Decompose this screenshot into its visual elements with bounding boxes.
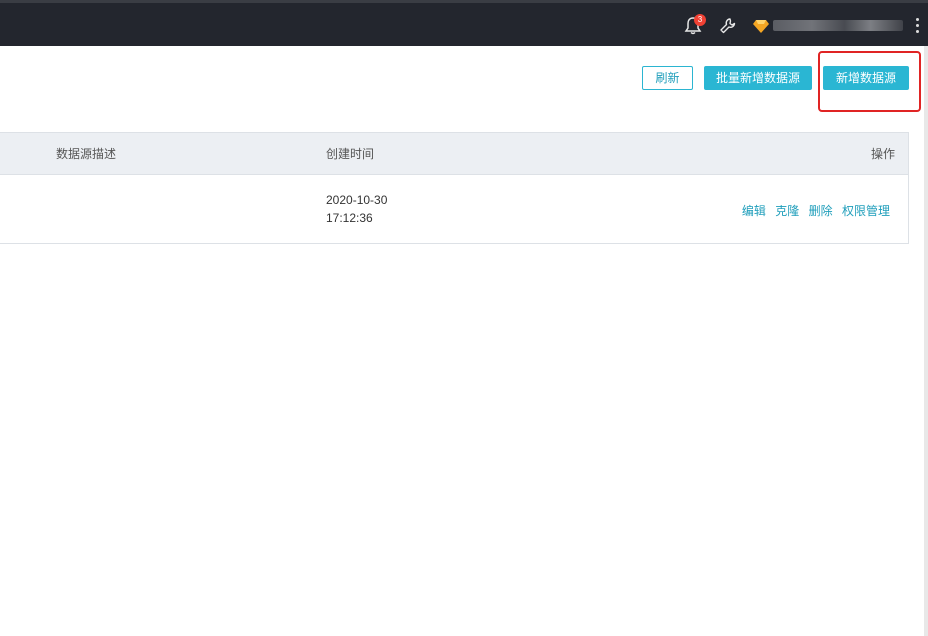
diamond-icon (753, 20, 769, 33)
top-navigation-bar: 3 (0, 0, 928, 46)
cell-created-date: 2020-10-30 (326, 193, 388, 207)
column-header-created-time: 创建时间 (326, 147, 375, 161)
column-header-description: 数据源描述 (56, 147, 117, 161)
clone-link[interactable]: 克隆 (775, 204, 799, 218)
page-scrollbar[interactable] (924, 46, 928, 636)
edit-link[interactable]: 编辑 (742, 204, 766, 218)
delete-link[interactable]: 删除 (809, 204, 833, 218)
batch-add-datasource-button[interactable]: 批量新增数据源 (704, 66, 812, 90)
cell-created-time: 17:12:36 (326, 211, 373, 225)
refresh-button[interactable]: 刷新 (642, 66, 693, 90)
user-account-name-blurred[interactable] (773, 20, 903, 31)
table-header: 数据源描述 创建时间 操作 (0, 133, 908, 175)
row-actions: 编辑 克隆 删除 权限管理 (736, 202, 890, 219)
permission-management-link[interactable]: 权限管理 (842, 204, 890, 218)
datasource-table: 数据源描述 创建时间 操作 2020-10-30 17:12:36 编辑 克隆 … (0, 132, 909, 244)
notification-badge: 3 (694, 14, 706, 26)
more-vertical-icon[interactable] (912, 16, 922, 38)
wrench-icon[interactable] (719, 17, 737, 35)
column-header-actions: 操作 (870, 147, 895, 161)
highlight-box (818, 51, 921, 112)
